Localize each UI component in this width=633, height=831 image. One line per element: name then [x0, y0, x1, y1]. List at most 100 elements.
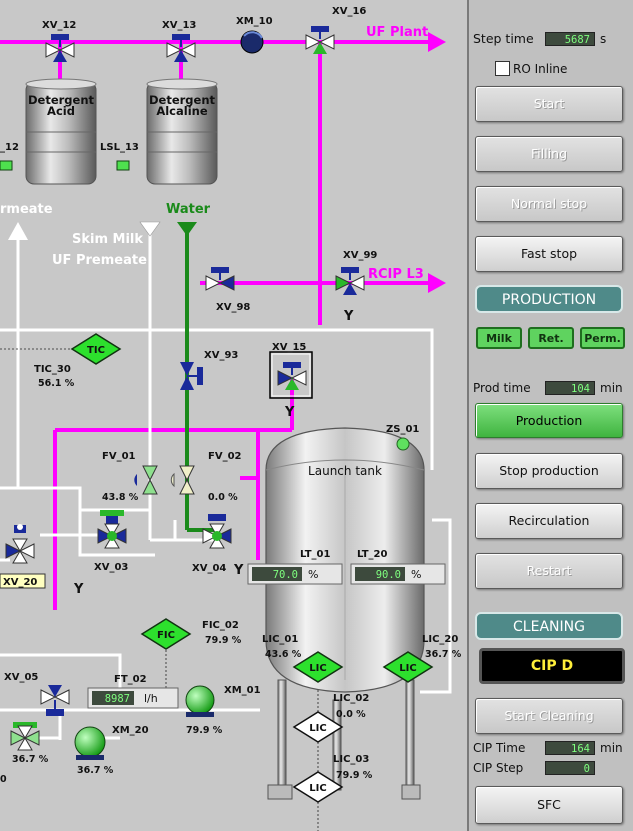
- xv98-label: XV_98: [216, 302, 250, 313]
- pump-xm10[interactable]: [240, 30, 264, 54]
- cip-time-unit: min: [600, 741, 623, 755]
- uf-plant-label: UF Plant: [366, 25, 428, 40]
- xv04-label: XV_04: [192, 563, 226, 574]
- lic02-label: LIC_02: [333, 693, 369, 704]
- pump-xm01[interactable]: [185, 685, 215, 717]
- xv93-label: XV_93: [204, 350, 238, 361]
- ret-chip[interactable]: Ret.: [528, 327, 574, 349]
- xv13-label: XV_13: [162, 20, 196, 31]
- normal-stop-button[interactable]: Normal stop: [475, 186, 623, 222]
- ft02-value: 8987: [105, 693, 130, 705]
- valve-left-bottom[interactable]: [10, 722, 40, 751]
- fic02-label: FIC_02: [202, 620, 239, 631]
- sfc-button[interactable]: SFC: [475, 786, 623, 824]
- xv03-label: XV_03: [94, 562, 128, 573]
- launch-tank: Launch tank: [265, 427, 425, 800]
- tic-30-controller[interactable]: TIC: [70, 333, 122, 365]
- milk-chip[interactable]: Milk: [476, 327, 522, 349]
- perm-chip[interactable]: Perm.: [580, 327, 625, 349]
- step-time-label: Step time: [473, 31, 534, 46]
- xv99-y: Y: [343, 309, 354, 324]
- recirculation-button[interactable]: Recirculation: [475, 503, 623, 539]
- xv15-y: Y: [284, 405, 295, 420]
- detergent-alcaline-drum: Detergent Alcaline: [146, 78, 218, 185]
- fic-02-controller[interactable]: FIC: [140, 618, 192, 650]
- production-header: PRODUCTION: [475, 285, 623, 313]
- lic02-value: 0.0 %: [336, 709, 366, 720]
- ft02-unit: l/h: [144, 692, 158, 705]
- lsl12-indicator: [0, 160, 13, 171]
- restart-button[interactable]: Restart: [475, 553, 623, 589]
- valve-fv02[interactable]: [170, 465, 195, 495]
- left-zero: 0: [0, 774, 7, 785]
- lic01-label: LIC_01: [262, 634, 298, 645]
- detergent-acid-drum: Detergent Acid: [25, 78, 97, 185]
- alcaline-label-2: Alcaline: [156, 104, 207, 118]
- production-button[interactable]: Production: [475, 403, 623, 438]
- valve-xv15[interactable]: [277, 362, 307, 390]
- valve-fv01[interactable]: [134, 465, 158, 495]
- lic01-value: 43.6 %: [265, 649, 302, 660]
- launch-tank-label: Launch tank: [308, 464, 382, 478]
- water-arrow: [177, 222, 197, 236]
- rcip-l3-label: RCIP L3: [368, 267, 424, 282]
- tic30-value: 56.1 %: [38, 378, 75, 389]
- prod-time-unit: min: [600, 381, 623, 395]
- lic03-value: 79.9 %: [336, 770, 373, 781]
- step-time-display: 5687: [545, 32, 595, 46]
- xv12-label: XV_12: [42, 20, 76, 31]
- xv04-y: Y: [233, 563, 244, 578]
- ro-inline-checkbox[interactable]: [495, 61, 510, 76]
- cip-step-label: CIP Step: [473, 761, 524, 775]
- xm20-label: XM_20: [112, 725, 149, 736]
- start-cleaning-button[interactable]: Start Cleaning: [475, 698, 623, 734]
- prod-time-display: 104: [545, 381, 595, 395]
- lic20-value: 36.7 %: [425, 649, 462, 660]
- lsl13-indicator: [116, 160, 130, 171]
- valve-xv04[interactable]: [202, 514, 232, 549]
- stop-production-button[interactable]: Stop production: [475, 453, 623, 489]
- lic03-symbol: LIC: [309, 783, 326, 794]
- valve-xv98[interactable]: [205, 267, 235, 291]
- lsl13-label: LSL_13: [100, 142, 139, 153]
- permeate-label: rmeate: [0, 202, 53, 217]
- left-value: 36.7 %: [12, 754, 49, 765]
- permeate-arrow: [8, 222, 28, 240]
- start-button[interactable]: Start: [475, 86, 623, 122]
- fv01-label: FV_01: [102, 451, 136, 462]
- tic-symbol: TIC: [87, 345, 105, 356]
- rcip-arrow: [428, 273, 446, 293]
- valve-xv93[interactable]: [180, 362, 203, 390]
- valve-xv20[interactable]: [5, 524, 35, 564]
- lic20-label: LIC_20: [422, 634, 458, 645]
- acid-label-2: Acid: [47, 104, 75, 118]
- filling-button[interactable]: Filling: [475, 136, 623, 172]
- fv02-label: FV_02: [208, 451, 242, 462]
- pump-xm20[interactable]: [74, 726, 106, 760]
- xm01-label: XM_01: [224, 685, 261, 696]
- lt01-value: 70.0: [273, 569, 298, 581]
- lic20-symbol: LIC: [399, 663, 416, 674]
- ft02-label: FT_02: [114, 674, 147, 685]
- skim-milk-label: Skim Milk: [72, 232, 143, 247]
- prod-time-label: Prod time: [473, 381, 531, 395]
- lt20-unit: %: [411, 568, 421, 581]
- fast-stop-button[interactable]: Fast stop: [475, 236, 623, 272]
- uf-premeate-label: UF Premeate: [52, 253, 147, 268]
- valve-xv03[interactable]: [97, 510, 127, 549]
- xm20-value: 36.7 %: [77, 765, 114, 776]
- cip-program-display: CIP D: [479, 648, 625, 684]
- xm01-value: 79.9 %: [186, 725, 223, 736]
- cip-time-label: CIP Time: [473, 741, 526, 755]
- fv02-value: 0.0 %: [208, 492, 238, 503]
- lic03-label: LIC_03: [333, 754, 369, 765]
- xv99-label: XV_99: [343, 250, 377, 261]
- zs01-indicator: [396, 437, 410, 451]
- xv20-label: XV_20: [3, 577, 37, 588]
- cip-time-display: 164: [545, 741, 595, 755]
- cip-step-display: 0: [545, 761, 595, 775]
- step-time-unit: s: [600, 32, 607, 46]
- xm10-label: XM_10: [236, 16, 273, 27]
- zs01-label: ZS_01: [386, 424, 419, 435]
- uf-plant-arrow: [428, 32, 446, 52]
